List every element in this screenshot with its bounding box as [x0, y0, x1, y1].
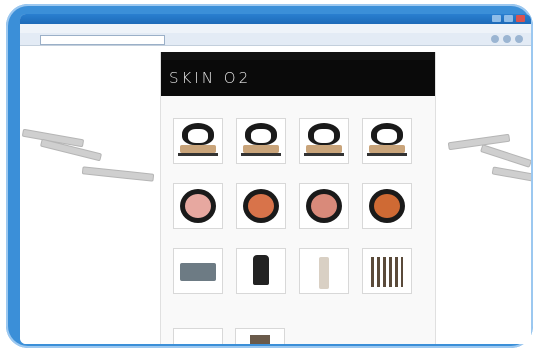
window-controls: [492, 15, 525, 22]
browser-window: SKIN O2: [20, 14, 531, 344]
product-card[interactable]: [299, 183, 351, 236]
product-card[interactable]: [362, 118, 414, 171]
product-card[interactable]: [299, 248, 351, 301]
product-name-link[interactable]: [299, 231, 351, 236]
product-name-link[interactable]: [362, 296, 414, 301]
product-thumbnail[interactable]: [235, 328, 285, 344]
product-name-link[interactable]: [236, 296, 288, 301]
product-image[interactable]: [362, 118, 412, 164]
product-card[interactable]: [299, 118, 351, 171]
product-name-link[interactable]: [173, 166, 225, 171]
product-card[interactable]: [173, 248, 225, 301]
product-image[interactable]: [236, 183, 286, 229]
product-card[interactable]: [362, 248, 414, 301]
page-viewport: SKIN O2: [20, 46, 531, 344]
menu-bar: [20, 24, 531, 33]
address-bar: [20, 33, 531, 46]
product-image[interactable]: [362, 183, 412, 229]
product-image[interactable]: [299, 118, 349, 164]
minimize-button[interactable]: [492, 15, 501, 22]
product-grid: [173, 118, 423, 301]
product-name-link[interactable]: [236, 231, 288, 236]
product-card[interactable]: [173, 183, 225, 236]
product-name-link[interactable]: [236, 166, 288, 171]
site-header: SKIN O2: [161, 60, 435, 96]
right-brush-decoration: [434, 116, 531, 196]
product-name-link[interactable]: [173, 231, 225, 236]
site-logo[interactable]: SKIN O2: [169, 69, 251, 87]
site-container: SKIN O2: [160, 52, 436, 344]
more-products-row: [173, 328, 285, 344]
home-icon[interactable]: [503, 35, 511, 43]
settings-icon[interactable]: [515, 35, 523, 43]
product-card[interactable]: [362, 183, 414, 236]
close-button[interactable]: [516, 15, 525, 22]
product-name-link[interactable]: [362, 166, 414, 171]
product-image[interactable]: [236, 248, 286, 294]
product-image[interactable]: [173, 248, 223, 294]
title-bar: [20, 14, 531, 24]
sticker-frame: SKIN O2: [6, 4, 533, 348]
product-image[interactable]: [299, 248, 349, 294]
product-image[interactable]: [362, 248, 412, 294]
product-image[interactable]: [236, 118, 286, 164]
product-image[interactable]: [299, 183, 349, 229]
product-image[interactable]: [173, 118, 223, 164]
product-card[interactable]: [236, 118, 288, 171]
product-name-link[interactable]: [299, 296, 351, 301]
star-icon[interactable]: [491, 35, 499, 43]
maximize-button[interactable]: [504, 15, 513, 22]
product-card[interactable]: [236, 248, 288, 301]
product-image[interactable]: [173, 183, 223, 229]
browser-toolbar-icons: [491, 35, 523, 43]
product-name-link[interactable]: [362, 231, 414, 236]
left-brush-decoration: [20, 116, 160, 196]
product-name-link[interactable]: [299, 166, 351, 171]
url-field[interactable]: [40, 35, 165, 45]
product-card[interactable]: [236, 183, 288, 236]
product-card[interactable]: [173, 118, 225, 171]
product-thumbnail[interactable]: [173, 328, 223, 344]
product-name-link[interactable]: [173, 296, 225, 301]
site-nav: [161, 52, 435, 60]
